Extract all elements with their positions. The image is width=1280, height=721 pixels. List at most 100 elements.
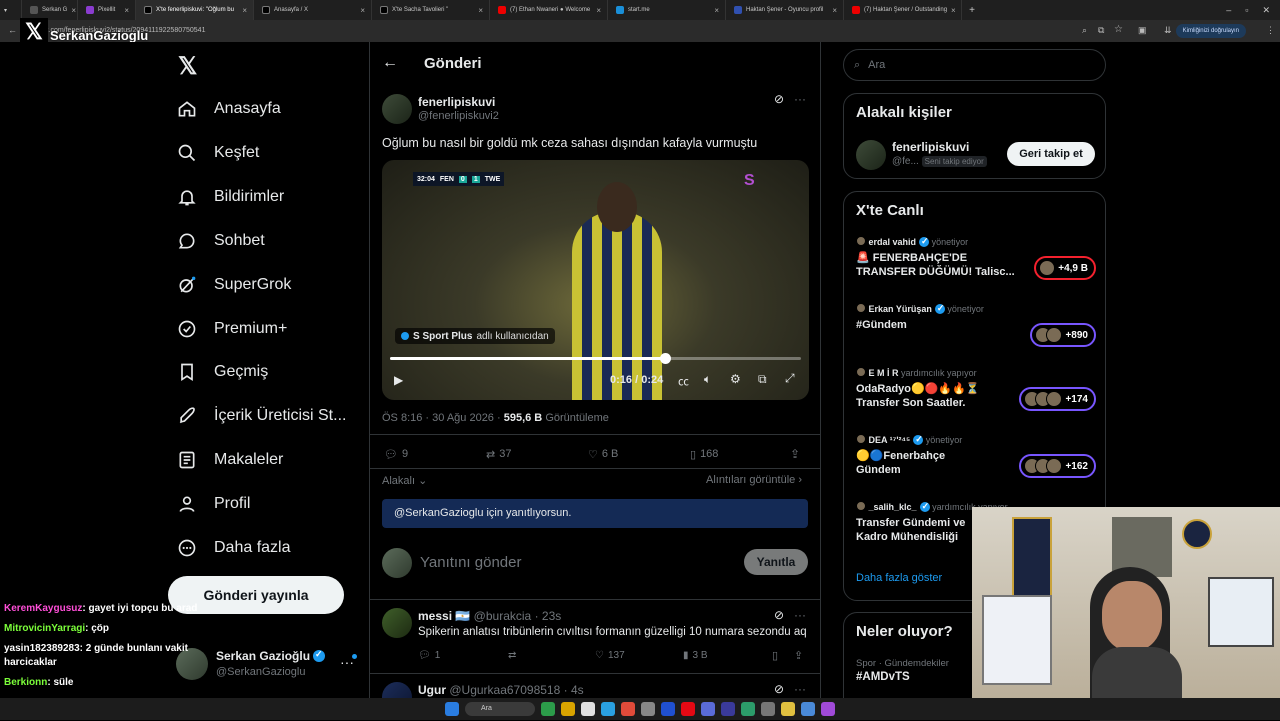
minimize-icon[interactable]: – xyxy=(1226,5,1231,16)
reply-author-avatar[interactable] xyxy=(382,608,412,638)
more-dots-icon[interactable]: ··· xyxy=(794,682,806,696)
reply-author-handle[interactable]: @Ugurkaa67098518 xyxy=(449,683,560,697)
views-action[interactable]: ▮ 3 B xyxy=(683,650,708,661)
nav-item-creator-studio[interactable]: İçerik Üreticisi St... xyxy=(176,396,346,436)
nav-item-supergrok[interactable]: SuperGrok xyxy=(176,265,291,305)
app-icon[interactable] xyxy=(801,702,815,716)
grok-icon[interactable]: ⊘ xyxy=(774,682,784,696)
repost-action[interactable]: ⇄ 37 xyxy=(486,448,511,461)
trend-tag[interactable]: #AMDvTS xyxy=(856,671,910,683)
browser-tab[interactable]: start.me × xyxy=(608,0,726,20)
back-arrow-icon[interactable]: ← xyxy=(382,54,398,72)
reply-input[interactable]: Yanıtını gönder xyxy=(420,554,521,571)
app-icon[interactable] xyxy=(561,702,575,716)
telegram-icon[interactable] xyxy=(601,702,615,716)
x-logo-icon[interactable]: 𝕏 xyxy=(178,52,197,81)
reply-time[interactable]: 4s xyxy=(571,683,584,697)
share-icon[interactable]: ⇪ xyxy=(790,447,800,461)
reply-author-name[interactable]: messi xyxy=(418,609,452,623)
fullscreen-icon[interactable]: ⤢ xyxy=(785,371,795,386)
live-space-item[interactable]: DEA ¹⁷ʹ²⁴⁵ yönetiyor 🟡🔵Fenerbahçe Gündem… xyxy=(856,434,1096,494)
chrome-icon[interactable] xyxy=(621,702,635,716)
share-icon[interactable]: ⇪ xyxy=(794,649,803,662)
nav-item-more[interactable]: Daha fazla xyxy=(176,528,291,568)
video-progress-track[interactable] xyxy=(390,353,801,364)
browser-tab[interactable]: Haktan Şener - Oyuncu profil × xyxy=(726,0,844,20)
close-icon[interactable]: × xyxy=(71,6,76,15)
new-tab-button[interactable]: + xyxy=(962,5,982,16)
nav-item-bookmarks[interactable]: Geçmiş xyxy=(176,352,268,392)
sort-dropdown[interactable]: Alakalı ⌄ xyxy=(382,474,427,487)
close-icon[interactable]: × xyxy=(832,6,837,15)
close-icon[interactable]: × xyxy=(360,6,365,15)
video-source-label[interactable]: S Sport Plus adlı kullanıcıdan xyxy=(395,328,555,344)
related-name[interactable]: fenerlipiskuvi xyxy=(892,140,969,154)
menu-icon[interactable]: ⋮ xyxy=(1266,25,1275,36)
like-action[interactable]: ♡ 137 xyxy=(595,650,625,661)
search-input[interactable]: ⌕ Ara xyxy=(843,49,1106,81)
browser-tab-active[interactable]: X'te fenerlipiskuvi: "Oğlum bu × xyxy=(136,0,254,20)
browser-tab[interactable]: Anasayfa / X × xyxy=(254,0,372,20)
more-dots-icon[interactable]: ··· xyxy=(794,608,806,622)
reply-author-handle[interactable]: @burakcia xyxy=(474,609,532,623)
post-author-avatar[interactable] xyxy=(382,94,412,124)
close-icon[interactable]: × xyxy=(124,6,129,15)
folder-icon[interactable] xyxy=(781,702,795,716)
post-author-handle[interactable]: @fenerlipiskuvi2 xyxy=(418,110,499,122)
nav-item-premium[interactable]: Premium+ xyxy=(176,309,287,349)
grok-icon[interactable]: ⊘ xyxy=(774,92,784,106)
bookmark-action[interactable]: ▯ 168 xyxy=(690,448,718,461)
back-icon[interactable]: ← xyxy=(8,25,17,35)
app-icon[interactable] xyxy=(761,702,775,716)
live-space-item[interactable]: Erkan Yürüşan yönetiyor #Gündem +890 xyxy=(856,303,1096,363)
browser-tab[interactable]: Serkan G × xyxy=(22,0,78,20)
grok-icon[interactable]: ⊘ xyxy=(774,608,784,622)
video-progress-handle[interactable] xyxy=(660,353,672,364)
downloads-icon[interactable]: ⇊ xyxy=(1164,25,1172,36)
live-space-item[interactable]: E M İ R yardımcılık yapıyor OdaRadyo🟡🔴🔥🔥… xyxy=(856,367,1096,427)
related-avatar[interactable] xyxy=(856,140,886,170)
app-icon[interactable] xyxy=(701,702,715,716)
install-icon[interactable]: ⧉ xyxy=(1098,25,1104,36)
close-window-icon[interactable]: ✕ xyxy=(1262,5,1270,16)
follow-back-button[interactable]: Geri takip et xyxy=(1007,142,1095,166)
app-icon[interactable] xyxy=(581,702,595,716)
close-icon[interactable]: × xyxy=(478,6,483,15)
close-icon[interactable]: × xyxy=(596,6,601,15)
star-icon[interactable]: ☆ xyxy=(1114,24,1123,35)
app-icon[interactable] xyxy=(721,702,735,716)
post-time[interactable]: ÖS 8:16 xyxy=(382,412,422,424)
browser-tab[interactable]: (7) Haktan Şener / Outstanding × xyxy=(844,0,962,20)
like-action[interactable]: ♡ 6 B xyxy=(588,448,618,461)
netflix-icon[interactable] xyxy=(681,702,695,716)
volume-icon[interactable]: 🔈︎ xyxy=(704,372,711,387)
play-icon[interactable]: ▶ xyxy=(394,373,403,387)
browser-tab[interactable]: X'te Sacha Tavolieri " × xyxy=(372,0,490,20)
nav-item-explore[interactable]: Keşfet xyxy=(176,133,259,173)
windows-start-icon[interactable] xyxy=(445,702,459,716)
reply-action[interactable]: 💬︎ 1 xyxy=(418,650,440,661)
app-icon[interactable] xyxy=(541,702,555,716)
maximize-icon[interactable]: ▫ xyxy=(1245,5,1248,16)
bookmark-icon[interactable]: ▯ xyxy=(772,649,778,662)
nav-item-articles[interactable]: Makaleler xyxy=(176,440,283,480)
more-dots-icon[interactable]: ··· xyxy=(794,92,806,106)
browser-tab[interactable]: (7) Ethan Nwaneri ● Welcome × xyxy=(490,0,608,20)
close-icon[interactable]: × xyxy=(951,6,956,15)
post-author-name[interactable]: fenerlipiskuvi xyxy=(418,95,495,109)
nav-item-notifications[interactable]: Bildirimler xyxy=(176,177,284,217)
repost-icon[interactable]: ⇄ xyxy=(508,650,516,661)
video-player[interactable]: 32:04 FEN 0 1 TWE S S Sport Plus adlı ku… xyxy=(382,160,809,400)
tab-list-button[interactable]: ▾ xyxy=(0,0,22,20)
nav-item-home[interactable]: Anasayfa xyxy=(176,89,281,129)
taskbar-search[interactable]: Ara xyxy=(465,702,535,716)
settings-gear-icon[interactable]: ⚙ xyxy=(730,372,741,386)
app-icon[interactable] xyxy=(661,702,675,716)
extensions-icon[interactable]: ▣ xyxy=(1138,25,1147,36)
reply-time[interactable]: 23s xyxy=(542,609,561,623)
reply-author-avatar[interactable] xyxy=(382,682,412,698)
reply-post[interactable]: messi 🇦🇷 @burakcia · 23s ⊘ ··· Spikerin … xyxy=(370,600,821,674)
reply-submit-button[interactable]: Yanıtla xyxy=(744,549,808,575)
reply-author-name[interactable]: Ugur xyxy=(418,683,446,697)
url-field[interactable]: x.com/fenerlipiskuvi2/status/20941119225… xyxy=(45,25,1045,37)
